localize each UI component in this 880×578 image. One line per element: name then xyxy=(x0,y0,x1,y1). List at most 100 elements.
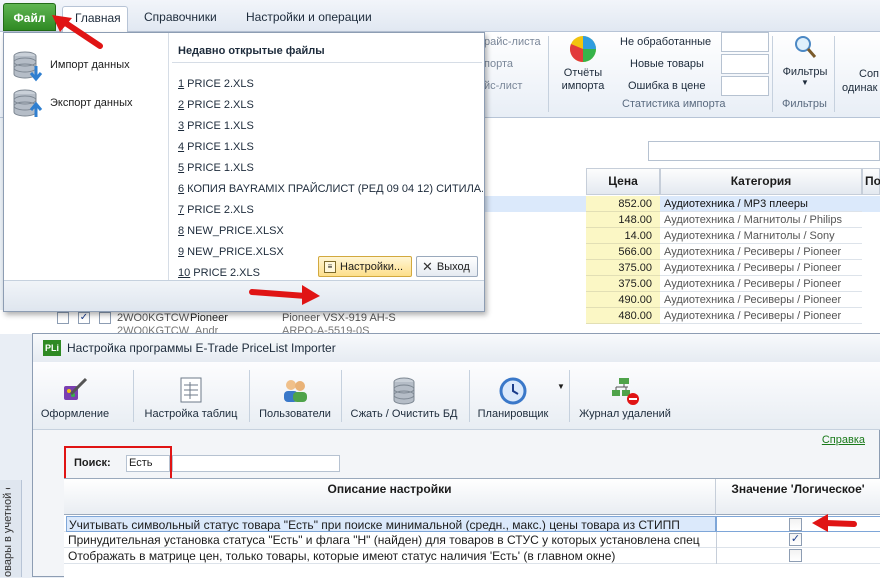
red-arrow-checkbox-icon xyxy=(812,514,857,532)
import-data-item[interactable]: Импорт данных xyxy=(10,47,165,83)
close-icon: ✕ xyxy=(422,258,433,274)
stat-unprocessed-label: Не обработанные xyxy=(620,36,712,48)
grid-row[interactable]: 14.00 Аудиотехника / Магнитолы / Sony xyxy=(586,228,862,244)
stat-new-items-value xyxy=(721,54,769,74)
database-import-icon xyxy=(13,51,43,82)
grid-row[interactable]: 490.00 Аудиотехника / Ресиверы / Pioneer xyxy=(586,292,862,308)
compact-clear-db-label: Сжать / Очистить БД xyxy=(350,408,458,420)
column-category[interactable]: Категория xyxy=(660,168,862,195)
grid-search-input[interactable] xyxy=(648,141,880,161)
reports-import-label: Отчёты импорта xyxy=(561,67,605,92)
red-arrow-settings-icon xyxy=(249,285,320,305)
category-cell: Аудиотехника / Магнитолы / Sony xyxy=(660,228,862,244)
column-price[interactable]: Цена xyxy=(586,168,660,195)
column-description[interactable]: Описание настройки xyxy=(64,479,716,515)
scheduler-dropdown-icon[interactable]: ▼ xyxy=(557,382,565,391)
row-checkbox[interactable] xyxy=(57,312,69,324)
grid-row[interactable]: 375.00 Аудиотехника / Ресиверы / Pioneer xyxy=(586,276,862,292)
table-row[interactable]: Принудительная установка статуса "Есть" … xyxy=(64,532,880,548)
scheduler-button[interactable]: Планировщик xyxy=(473,368,553,424)
toolbar-separator xyxy=(569,370,570,422)
setting-checkbox[interactable] xyxy=(789,518,802,531)
setting-checkbox-checked[interactable]: ✓ xyxy=(789,533,802,546)
category-cell: Аудиотехника / Ресиверы / Pioneer xyxy=(660,308,862,324)
red-arrow-file-icon xyxy=(52,15,103,49)
grid-row[interactable]: 148.00 Аудиотехника / Магнитолы / Philips xyxy=(586,212,862,228)
stat-group-label: Статистика импорта xyxy=(622,98,726,110)
category-cell: Аудиотехника / Магнитолы / Philips xyxy=(660,212,862,228)
recent-file-item[interactable]: 5 PRICE 1.XLS xyxy=(178,158,483,179)
document-table-icon xyxy=(180,377,202,403)
grid-rows: 852.00 Аудиотехника / MP3 плееры 148.00 Ау… xyxy=(586,196,862,324)
filters-group-label: Фильтры xyxy=(782,98,827,110)
recent-file-item[interactable]: 7 PRICE 2.XLS xyxy=(178,200,483,221)
tab-settings-operations[interactable]: Настройки и операции xyxy=(234,6,384,32)
table-row[interactable]: Отображать в матрице цен, только товары,… xyxy=(64,548,880,564)
deletion-log-button[interactable]: Журнал удалений xyxy=(575,368,675,424)
help-link[interactable]: Справка xyxy=(822,434,865,446)
row-model: Pioneer VSX-919 AH-S xyxy=(282,312,396,324)
grid-row[interactable]: 566.00 Аудиотехника / Ресиверы / Pioneer xyxy=(586,244,862,260)
compact-clear-db-button[interactable]: Сжать / Очистить БД xyxy=(345,368,463,424)
exit-button[interactable]: ✕ Выход xyxy=(416,256,478,277)
recent-file-item[interactable]: 2 PRICE 2.XLS xyxy=(178,95,483,116)
recent-file-item[interactable]: 8 NEW_PRICE.XLSX xyxy=(178,221,483,242)
price-cell: 375.00 xyxy=(586,276,660,292)
side-panel-label[interactable]: овары в учетной системе xyxy=(2,488,18,577)
settings-button[interactable]: ≡ Настройки... xyxy=(318,256,412,277)
ribbon-partial-right-1: Соп xyxy=(859,68,880,80)
recent-file-item[interactable]: 4 PRICE 1.XLS xyxy=(178,137,483,158)
search-input[interactable]: Есть xyxy=(126,455,170,472)
toolbar-separator xyxy=(133,370,134,422)
file-menu: Импорт данных Экспорт данных Недавно отк… xyxy=(3,32,485,312)
table-row[interactable]: Учитывать символьный статус товара "Есть… xyxy=(64,516,880,532)
recent-file-item[interactable]: 3 PRICE 1.XLS xyxy=(178,116,483,137)
category-cell: Аудиотехника / Ресиверы / Pioneer xyxy=(660,292,862,308)
category-cell: Аудиотехника / Ресиверы / Pioneer xyxy=(660,260,862,276)
users-icon xyxy=(284,380,307,402)
settings-icon: ≡ xyxy=(324,260,336,273)
settings-table: Описание настройки Значение 'Логическое'… xyxy=(64,478,880,578)
recent-files-header: Недавно открытые файлы xyxy=(172,41,482,63)
reports-import-button[interactable]: Отчёты импорта xyxy=(554,34,612,94)
row-checkbox-checked[interactable]: ✓ xyxy=(78,312,90,324)
users-label: Пользователи xyxy=(259,408,331,420)
setting-description: Учитывать символьный статус товара "Есть… xyxy=(66,516,716,532)
export-data-item[interactable]: Экспорт данных xyxy=(10,85,165,121)
price-cell: 148.00 xyxy=(586,212,660,228)
recent-file-item[interactable]: 1 PRICE 2.XLS xyxy=(178,74,483,95)
table-settings-button[interactable]: Настройка таблиц xyxy=(139,368,243,424)
column-boolean-value[interactable]: Значение 'Логическое' xyxy=(716,479,880,515)
ribbon-partial-right-2: одинак xyxy=(842,82,878,94)
export-data-label: Экспорт данных xyxy=(50,97,133,109)
users-button[interactable]: Пользователи xyxy=(255,368,335,424)
appearance-button[interactable]: Оформление xyxy=(41,368,109,424)
category-cell: Аудиотехника / Ресиверы / Pioneer xyxy=(660,244,862,260)
price-cell: 14.00 xyxy=(586,228,660,244)
setting-checkbox[interactable] xyxy=(789,549,802,562)
stat-price-error-value xyxy=(721,76,769,96)
column-partial[interactable]: По xyxy=(862,168,880,195)
grid-row[interactable]: 852.00 Аудиотехника / MP3 плееры xyxy=(586,196,862,212)
settings-toolbar: Оформление Настройка таблиц Пользователи xyxy=(33,362,880,430)
category-cell: Аудиотехника / MP3 плееры xyxy=(660,196,862,212)
settings-button-label: Настройки... xyxy=(340,260,404,273)
ribbon-separator-2 xyxy=(772,36,773,112)
price-cell: 566.00 xyxy=(586,244,660,260)
row-checkbox[interactable] xyxy=(99,312,111,324)
search-box-highlight: Поиск: Есть xyxy=(64,446,172,480)
ribbon-partial-1: райс-листа xyxy=(484,36,541,48)
setting-description: Принудительная установка статуса "Есть" … xyxy=(68,533,700,547)
database-icon xyxy=(393,377,415,405)
toolbar-separator xyxy=(249,370,250,422)
setting-value: ✓ xyxy=(716,532,880,548)
search-input-extension[interactable] xyxy=(172,455,340,472)
filters-button[interactable]: Фильтры ▼ xyxy=(778,34,832,96)
stat-price-error-label: Ошибка в цене xyxy=(628,80,706,92)
recent-file-item[interactable]: 6 КОПИЯ BAYRAMIX ПРАЙСЛИСТ (РЕД 09 04 12… xyxy=(178,179,483,200)
scheduler-label: Планировщик xyxy=(477,408,549,420)
chevron-down-icon: ▼ xyxy=(801,78,809,87)
price-cell: 375.00 xyxy=(586,260,660,276)
grid-row[interactable]: 375.00 Аудиотехника / Ресиверы / Pioneer xyxy=(586,260,862,276)
tab-references[interactable]: Справочники xyxy=(132,6,229,32)
